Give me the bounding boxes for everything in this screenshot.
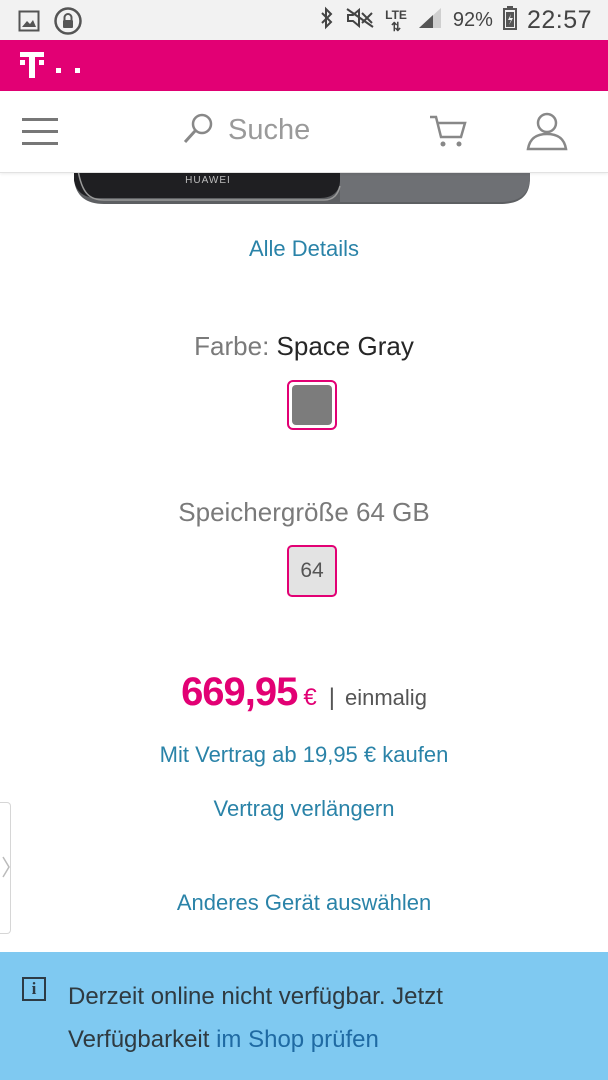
color-key: Farbe: [194, 331, 270, 361]
network-label: LTE [385, 7, 407, 22]
info-icon: i [22, 977, 46, 1001]
color-label: Farbe: Space Gray [0, 331, 608, 362]
notice-line-2: Verfügbarkeit [68, 1026, 210, 1053]
battery-percent: 92% [452, 9, 493, 31]
signal-icon [417, 7, 443, 34]
status-bar: LTE ⇅ 92% 22:57 [0, 0, 608, 40]
swatch-fill [292, 385, 332, 425]
telekom-logo[interactable] [18, 50, 88, 80]
extend-contract-link[interactable]: Vertrag verlängern [0, 796, 608, 822]
color-swatch-space-gray[interactable] [287, 380, 337, 430]
search-placeholder: Suche [228, 114, 311, 146]
clock: 22:57 [526, 6, 592, 34]
storage-label: Speichergröße 64 GB [178, 497, 430, 527]
brand-bar [0, 40, 608, 91]
price-period: einmalig [345, 685, 427, 710]
cart-icon[interactable] [428, 113, 468, 154]
price-amount: 669,95 [181, 670, 298, 714]
notice-text: Derzeit online nicht verfügbar. Jetzt Ve… [68, 975, 588, 1061]
price-separator: | [328, 684, 335, 711]
side-drawer-handle[interactable] [0, 802, 11, 934]
mute-icon [345, 7, 375, 34]
network-indicator: LTE ⇅ [385, 7, 407, 34]
image-icon [18, 10, 40, 37]
battery-icon [502, 6, 517, 35]
device-brand: HUAWEI [185, 175, 231, 186]
other-device-link[interactable]: Anderes Gerät auswählen [0, 890, 608, 916]
color-value: Space Gray [276, 331, 414, 361]
shop-check-link[interactable]: im Shop prüfen [216, 1026, 379, 1053]
search-field[interactable]: Suche [182, 111, 310, 150]
all-details-link[interactable]: Alle Details [0, 236, 608, 262]
storage-option-64[interactable]: 64 [287, 545, 337, 597]
user-icon[interactable] [526, 111, 568, 156]
price-row: 669,95 € | einmalig [0, 670, 608, 715]
nav-bar: Suche [0, 91, 608, 173]
notice-line-1: Derzeit online nicht verfügbar. Jetzt [68, 983, 443, 1010]
chevron-right-icon [2, 856, 10, 878]
bluetooth-icon [319, 6, 335, 35]
lock-icon [54, 7, 82, 40]
contract-purchase-link[interactable]: Mit Vertrag ab 19,95 € kaufen [0, 742, 608, 768]
price-currency: € [303, 684, 317, 711]
search-icon [182, 111, 216, 150]
menu-icon[interactable] [22, 117, 58, 152]
